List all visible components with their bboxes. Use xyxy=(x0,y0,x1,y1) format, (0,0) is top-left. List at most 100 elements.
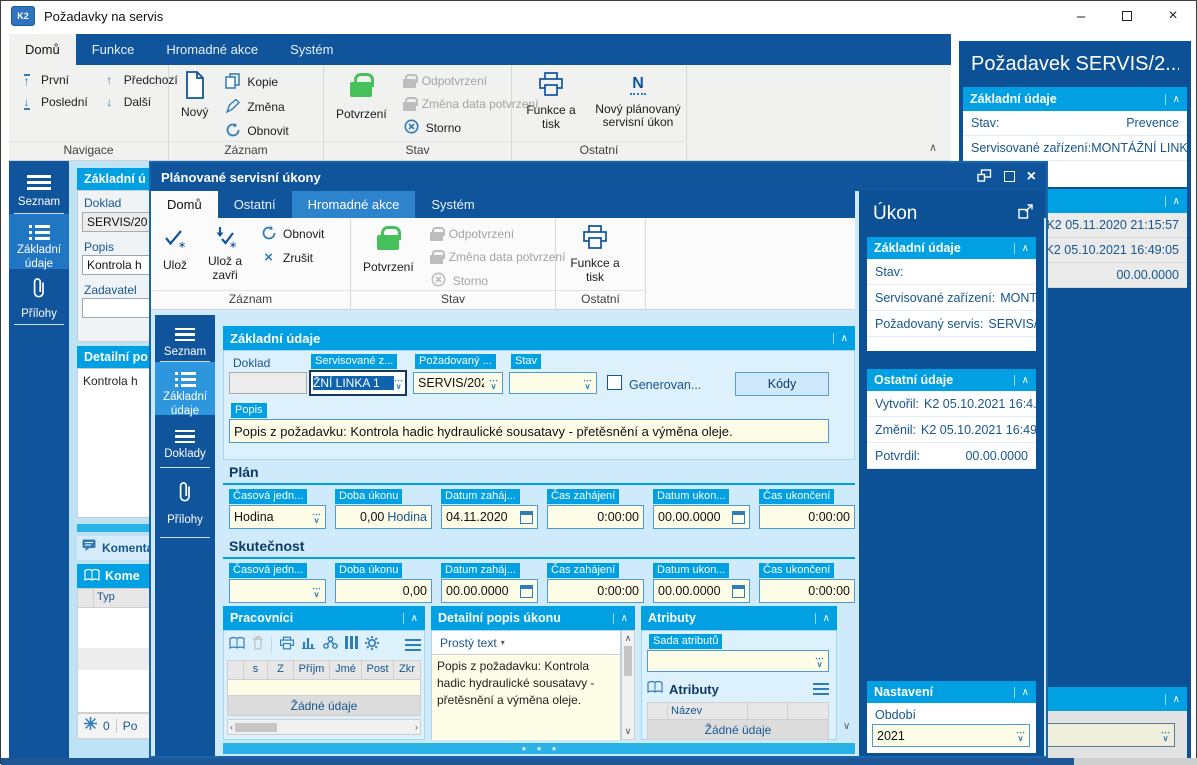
chevron-up-icon[interactable]: ∧ xyxy=(814,612,830,624)
scroll-down-icon[interactable]: ∨ xyxy=(625,726,632,737)
tab-funkce[interactable]: Funkce xyxy=(76,34,151,65)
chevron-up-icon[interactable]: ∧ xyxy=(1013,242,1029,254)
trash-icon[interactable] xyxy=(252,635,264,655)
first-button[interactable]: ↑ První xyxy=(18,73,88,87)
detail-vscrollbar[interactable]: ∧ ∨ xyxy=(621,630,635,740)
new-button[interactable]: Nový xyxy=(178,70,211,141)
chevron-up-icon[interactable]: ∧ xyxy=(1164,93,1180,105)
column-z[interactable]: Z xyxy=(268,661,294,679)
dialog-sidebar-doklady[interactable]: Doklady xyxy=(155,423,215,462)
close-icon[interactable]: × xyxy=(1027,169,1036,185)
dialog-sidebar-zakladni-udaje[interactable]: Základní údaje xyxy=(155,362,215,417)
calendar-icon[interactable] xyxy=(520,510,533,524)
dropdown-icon[interactable] xyxy=(312,510,321,525)
dropdown-icon[interactable] xyxy=(815,654,824,669)
plan-datum-ukonceni-field[interactable]: 00.00.0000 xyxy=(653,505,750,529)
save-close-button[interactable]: ∗ Ulož a zavři xyxy=(200,223,250,290)
copy-button[interactable]: Kopie xyxy=(224,73,288,91)
dropdown-icon[interactable] xyxy=(1161,728,1170,743)
tab-hromadne-akce[interactable]: Hromadné akce xyxy=(150,34,274,65)
scroll-left-icon[interactable]: ‹ xyxy=(230,722,233,732)
printer-icon[interactable] xyxy=(279,636,295,655)
bg-detail-body[interactable]: Kontrola h xyxy=(77,368,149,518)
chevron-up-icon[interactable]: ∧ xyxy=(832,332,848,344)
detail-header[interactable]: Detailní popis úkonu ∧ xyxy=(431,606,635,630)
column-nazev[interactable]: Název xyxy=(668,703,748,719)
detail-text-area[interactable]: Popis z požadavku: Kontrola hadic hydrau… xyxy=(432,655,620,740)
bg-comments-bar[interactable]: Komenta xyxy=(77,536,149,560)
maximize-icon[interactable] xyxy=(1003,170,1015,185)
dialog-splitter[interactable]: ● ● ● xyxy=(223,743,859,754)
tab-domu[interactable]: Domů xyxy=(9,34,76,65)
maximize-button[interactable] xyxy=(1104,1,1150,31)
close-button[interactable]: × xyxy=(1150,1,1196,31)
sidebar-item-prilohy[interactable]: Přílohy xyxy=(9,277,69,322)
new-planned-task-button[interactable]: N Nový plánovaný servisní úkon xyxy=(589,70,687,141)
sidebar-item-zakladni-udaje[interactable]: Základní údaje xyxy=(9,214,69,270)
workers-header[interactable]: Pracovníci ∧ xyxy=(223,606,425,630)
save-button[interactable]: ∗ Ulož xyxy=(160,223,190,290)
fact-datum-ukonceni-field[interactable]: 00.00.0000 xyxy=(653,579,750,603)
dialog-confirm-button[interactable]: Potvrzení xyxy=(360,223,417,290)
book-icon[interactable] xyxy=(647,680,663,698)
dialog-tab-domu[interactable]: Domů xyxy=(151,191,218,218)
calendar-icon[interactable] xyxy=(520,584,533,598)
asterisk-icon[interactable] xyxy=(84,717,97,735)
calendar-icon[interactable] xyxy=(732,510,745,524)
chevron-up-icon[interactable]: ∧ xyxy=(402,612,418,624)
dropdown-icon[interactable] xyxy=(394,376,403,391)
chevron-up-icon[interactable]: ∧ xyxy=(1164,693,1180,705)
next-button[interactable]: ↓ Další xyxy=(101,95,178,109)
chevron-up-icon[interactable]: ∧ xyxy=(1013,686,1029,698)
plan-casova-jednotka-field[interactable]: Hodina xyxy=(229,505,326,529)
workers-hscrollbar[interactable]: ‹ › xyxy=(227,719,421,735)
dialog-title-bar[interactable]: Plánované servisní úkony × xyxy=(151,163,1046,191)
scroll-down-icon[interactable]: ∨ xyxy=(843,721,850,732)
column-typ[interactable]: Typ xyxy=(94,589,149,607)
stav-field[interactable] xyxy=(509,372,597,394)
scroll-thumb[interactable] xyxy=(235,722,277,732)
pozadovany-servis-field[interactable]: SERVIS/2020 xyxy=(413,372,503,394)
fact-datum-zahajeni-field[interactable]: 00.00.0000 xyxy=(441,579,538,603)
group-icon[interactable] xyxy=(323,636,338,654)
request-basic-section-header[interactable]: Základní údaje ∧ xyxy=(963,87,1187,111)
columns-icon[interactable] xyxy=(345,636,358,654)
tab-system[interactable]: Systém xyxy=(274,34,349,65)
menu-icon[interactable] xyxy=(405,638,421,652)
fact-doba-ukonu-field[interactable]: 0,00 xyxy=(335,579,432,603)
dialog-functions-print-button[interactable]: Funkce a tisk xyxy=(565,223,625,290)
chevron-up-icon[interactable]: ∧ xyxy=(612,612,628,624)
dialog-storno-button[interactable]: Storno xyxy=(430,272,566,289)
dialog-tab-ostatni[interactable]: Ostatní xyxy=(218,191,292,218)
bg-splitter[interactable] xyxy=(77,524,149,532)
dropdown-icon[interactable] xyxy=(583,376,592,391)
sidebar-item-seznam[interactable]: Seznam xyxy=(9,169,69,210)
attributes-header[interactable]: Atributy ∧ xyxy=(641,606,837,630)
detail-tab-prosty-text[interactable]: Prostý text ▾ xyxy=(432,631,620,655)
bg-popis-field[interactable]: Kontrola h xyxy=(82,255,149,275)
fact-cas-ukonceni-field[interactable]: 0:00:00 xyxy=(759,579,855,603)
menu-icon[interactable] xyxy=(813,682,829,696)
column-post[interactable]: Post xyxy=(362,661,394,679)
dropdown-icon[interactable] xyxy=(1016,728,1025,743)
ribbon-collapse-icon[interactable]: ∧ xyxy=(929,141,937,154)
column-s[interactable]: s xyxy=(244,661,268,679)
generated-checkbox[interactable] xyxy=(607,375,622,390)
bg-doklad-field[interactable]: SERVIS/20 xyxy=(82,212,149,232)
dialog-change-confirm-date-button[interactable]: Změna data potvrzení xyxy=(429,249,565,264)
column-jmeno[interactable]: Jmé xyxy=(330,661,362,679)
servisovane-zarizeni-field[interactable]: ŽNÍ LINKA 1 xyxy=(309,370,407,396)
ukon-settings-header[interactable]: Nastavení ∧ xyxy=(867,681,1036,703)
scroll-up-icon[interactable]: ∧ xyxy=(625,633,632,644)
fact-cas-zahajeni-field[interactable]: 0:00:00 xyxy=(547,579,644,603)
popis-field[interactable]: Popis z požadavku: Kontrola hadic hydrau… xyxy=(229,419,829,443)
dialog-sidebar-prilohy[interactable]: Přílohy xyxy=(155,481,215,528)
dialog-sidebar-seznam[interactable]: Seznam xyxy=(155,321,215,360)
bg-row-selected[interactable] xyxy=(78,648,149,670)
chevron-up-icon[interactable]: ∧ xyxy=(1164,195,1180,207)
refresh-button[interactable]: Obnovit xyxy=(224,123,289,139)
kody-button[interactable]: Kódy xyxy=(735,372,829,396)
calendar-icon[interactable] xyxy=(732,584,745,598)
gear-icon[interactable] xyxy=(365,635,379,655)
previous-button[interactable]: ↑ Předchozí xyxy=(101,73,178,87)
